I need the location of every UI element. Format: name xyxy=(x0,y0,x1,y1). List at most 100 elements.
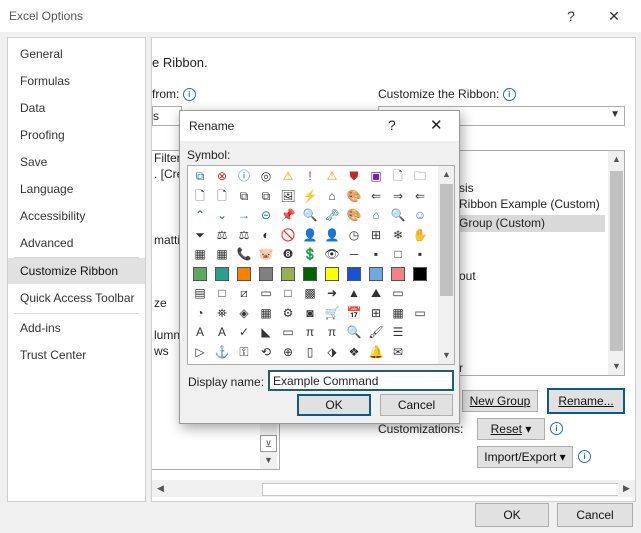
symbol-icon[interactable]: 🐷 xyxy=(258,246,274,262)
symbol-icon[interactable]: ▯ xyxy=(302,344,318,360)
nav-item-proofing[interactable]: Proofing xyxy=(8,122,145,148)
symbol-icon[interactable]: ◙ xyxy=(302,305,318,321)
symbol-icon[interactable]: ▷ xyxy=(192,344,208,360)
symbol-icon[interactable]: 🎨 xyxy=(346,207,362,223)
cancel-button[interactable]: Cancel xyxy=(557,503,633,527)
symbol-icon[interactable]: ⧉ xyxy=(192,168,208,184)
symbol-icon[interactable]: ⇐ xyxy=(412,188,428,204)
scroll-thumb[interactable] xyxy=(610,171,623,351)
tree-scrollbar[interactable]: ▲ ▼ xyxy=(608,151,624,375)
symbol-icon[interactable]: 🔔 xyxy=(368,344,384,360)
tree-item[interactable]: sis xyxy=(459,181,474,195)
symbol-icon[interactable]: ⌂ xyxy=(324,188,340,204)
scroll-down-icon[interactable]: ▼ xyxy=(260,452,277,469)
symbol-icon[interactable]: ➜ xyxy=(324,285,340,301)
tree-item[interactable]: out xyxy=(459,269,476,283)
symbol-icon[interactable]: 🛒 xyxy=(324,305,340,321)
nav-item-customize-ribbon[interactable]: Customize Ribbon xyxy=(8,258,145,284)
display-name-input[interactable]: Example Command xyxy=(268,370,454,391)
info-icon[interactable]: i xyxy=(502,88,516,102)
symbol-icon[interactable]: 🔍 xyxy=(302,207,318,223)
list-item[interactable]: ze xyxy=(154,296,167,310)
symbol-icon[interactable]: → xyxy=(236,207,252,223)
symbol-icon[interactable]: ⛊ xyxy=(346,168,362,184)
nav-item-accessibility[interactable]: Accessibility xyxy=(8,203,145,229)
symbol-icon[interactable]: 📅 xyxy=(346,305,362,321)
symbol-icon[interactable]: ▦ xyxy=(390,305,406,321)
symbol-icon[interactable]: ❄ xyxy=(390,227,406,243)
symbol-icon[interactable]: ✋ xyxy=(412,227,428,243)
ok-button[interactable]: OK xyxy=(475,503,549,527)
color-swatch-icon[interactable] xyxy=(325,266,339,281)
symbol-icon[interactable]: 🗋 xyxy=(192,188,208,204)
symbol-icon[interactable]: 🗝 xyxy=(324,207,340,223)
symbol-icon[interactable]: 🖼 xyxy=(280,188,296,204)
symbol-icon[interactable]: ⇐ xyxy=(368,188,384,204)
scroll-down-icon[interactable]: ▼ xyxy=(438,347,454,364)
new-group-button[interactable]: New Group xyxy=(462,390,538,412)
horizontal-scrollbar[interactable]: ◀ ▶ xyxy=(152,480,635,497)
symbol-icon[interactable]: ▭ xyxy=(390,285,406,301)
symbol-icon[interactable]: ! xyxy=(302,168,318,184)
nav-item-general[interactable]: General xyxy=(8,41,145,67)
symbol-icon[interactable]: ⚙ xyxy=(280,305,296,321)
color-swatch-icon[interactable] xyxy=(281,266,295,281)
symbol-icon[interactable]: ⌃ xyxy=(192,207,208,223)
symbol-icon[interactable]: 💲 xyxy=(302,246,318,262)
symbol-icon[interactable]: ⚓ xyxy=(214,344,230,360)
symbol-icon[interactable]: ⌂ xyxy=(368,207,384,223)
symbol-icon[interactable]: ⟲ xyxy=(258,344,274,360)
symbol-icon[interactable]: ▭ xyxy=(412,305,428,321)
symbol-icon[interactable]: ⚡ xyxy=(302,188,318,204)
scroll-up-icon[interactable]: ▲ xyxy=(608,151,624,168)
import-export-button[interactable]: Import/Export ▾ xyxy=(477,446,573,468)
scroll-track[interactable] xyxy=(262,483,619,496)
symbol-icon[interactable]: ▣ xyxy=(368,168,384,184)
tree-item-selected[interactable]: Group (Custom) xyxy=(453,215,605,232)
symbol-icon[interactable]: ⧉ xyxy=(236,188,252,204)
symbol-icon[interactable]: ✓ xyxy=(236,324,252,340)
tree-item[interactable]: Ribbon Example (Custom) xyxy=(459,197,600,211)
symbol-icon[interactable]: ⊞ xyxy=(368,305,384,321)
symbol-icon[interactable]: ⇒ xyxy=(390,188,406,204)
symbol-icon[interactable]: ❖ xyxy=(346,344,362,360)
symbol-icon[interactable]: ⚠ xyxy=(280,168,296,184)
symbol-icon[interactable]: ▦ xyxy=(192,246,208,262)
close-icon[interactable]: ✕ xyxy=(603,6,625,26)
symbol-icon[interactable]: 🎨 xyxy=(346,188,362,204)
symbol-icon[interactable]: ⌄ xyxy=(214,207,230,223)
symbol-icon[interactable]: □ xyxy=(280,285,296,301)
symbol-icon[interactable]: A xyxy=(214,324,230,340)
symbol-icon[interactable]: ▤ xyxy=(192,285,208,301)
symbol-icon[interactable]: ▪ xyxy=(368,246,384,262)
scroll-thumb[interactable] xyxy=(440,184,453,296)
color-swatch-icon[interactable] xyxy=(215,266,229,281)
symbol-icon[interactable]: 🔍 xyxy=(346,324,362,340)
scroll-left-icon[interactable]: ◀ xyxy=(152,480,169,497)
symbol-icon[interactable]: ⛯ xyxy=(214,305,230,321)
symbol-icon[interactable]: ▲ xyxy=(346,285,362,301)
info-icon[interactable]: i xyxy=(182,88,196,102)
color-swatch-icon[interactable] xyxy=(303,266,317,281)
nav-item-save[interactable]: Save xyxy=(8,149,145,175)
symbol-icon[interactable]: ⚖ xyxy=(214,227,230,243)
symbol-icon[interactable]: ☺ xyxy=(412,207,428,223)
color-swatch-icon[interactable] xyxy=(413,266,427,281)
color-swatch-icon[interactable] xyxy=(369,266,383,281)
list-item[interactable]: matti xyxy=(154,233,180,247)
close-icon[interactable]: ✕ xyxy=(430,116,443,134)
nav-item-data[interactable]: Data xyxy=(8,95,145,121)
choose-commands-dropdown[interactable]: s xyxy=(152,106,182,126)
nav-item-add-ins[interactable]: Add-ins xyxy=(8,315,145,341)
symbol-icon[interactable]: ▭ xyxy=(280,324,296,340)
symbol-icon[interactable]: π xyxy=(324,324,340,340)
nav-item-language[interactable]: Language xyxy=(8,176,145,202)
symbol-icon[interactable]: 👤 xyxy=(324,227,340,243)
symbol-icon[interactable]: ⊕ xyxy=(280,344,296,360)
symbol-icon[interactable]: 👁 xyxy=(324,246,340,262)
symbol-icon[interactable]: 🖌 xyxy=(368,324,384,340)
help-icon[interactable]: ? xyxy=(560,6,582,26)
symbol-icon[interactable]: π xyxy=(302,324,318,340)
symbol-icon[interactable]: 📌 xyxy=(280,207,296,223)
symbol-icon[interactable]: ✉ xyxy=(390,344,406,360)
